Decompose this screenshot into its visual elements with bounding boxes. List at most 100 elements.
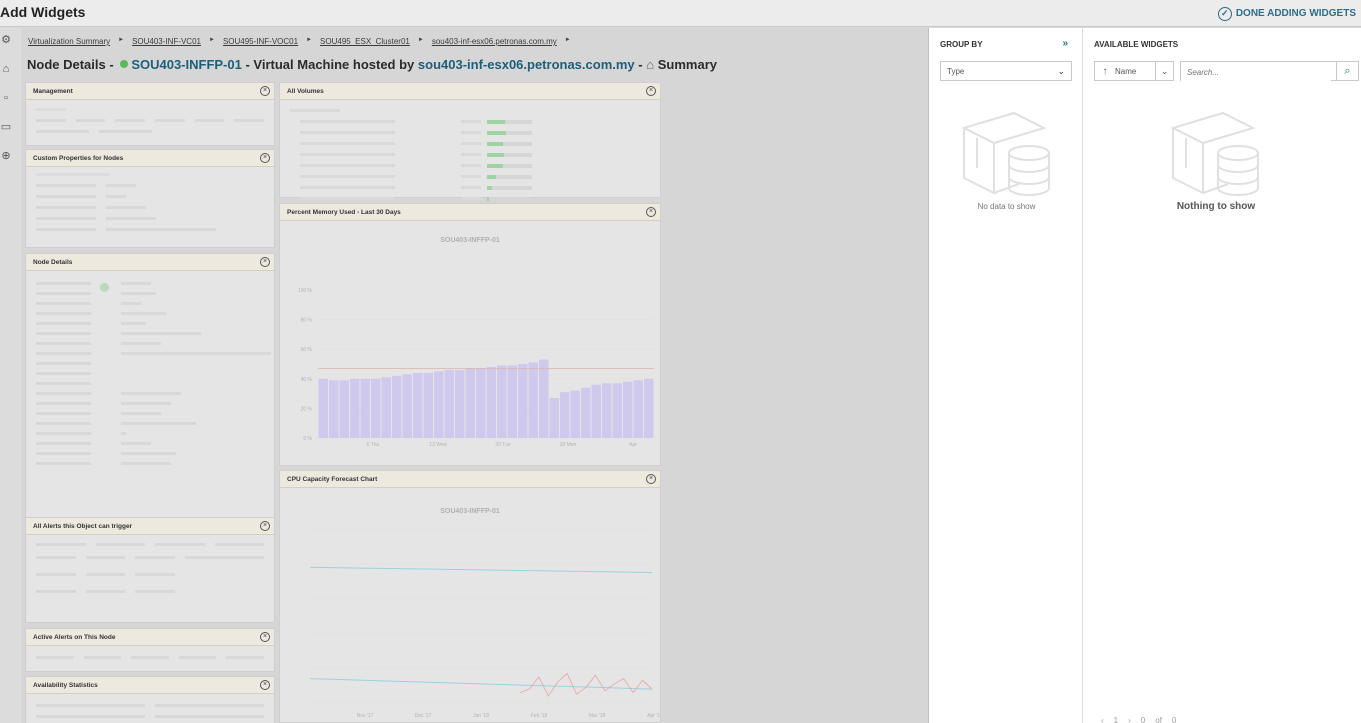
search-input[interactable] (1181, 63, 1331, 82)
widget-title: Custom Properties for Nodes (26, 150, 274, 167)
close-icon[interactable]: × (646, 86, 656, 96)
placeholder-row (26, 295, 274, 305)
bar (413, 372, 423, 438)
breadcrumb-item[interactable]: SOU495_ESX_Cluster01 (320, 37, 410, 46)
volume-row (280, 160, 660, 171)
sort-ascending-icon: ↑ (1102, 65, 1108, 77)
bar (570, 390, 580, 438)
next-page-icon[interactable]: › (1128, 716, 1131, 723)
page-total: 0 (1171, 716, 1177, 723)
done-adding-widgets-button[interactable]: ✓ DONE ADDING WIDGETS (1217, 5, 1356, 22)
placeholder-row (26, 415, 274, 425)
breadcrumb-item[interactable]: sou403-inf-esx06.petronas.com.my (432, 37, 557, 46)
placeholder-row (26, 176, 274, 187)
node-link[interactable]: SOU403-INFFP-01 (131, 57, 242, 72)
chevron-down-icon: ⌄ (1057, 66, 1065, 76)
group-by-value: Type (947, 67, 965, 76)
bar (329, 380, 339, 438)
left-icon-rail: ⚙ ⌂ ▫ ▭ ⊕ (0, 28, 21, 723)
sort-button[interactable]: ↑ Name ⌄ (1094, 61, 1174, 81)
page-number[interactable]: 1 (1114, 716, 1118, 723)
widget-active-alerts: Active Alerts on This Node × (25, 628, 275, 672)
chart-title: SOU403-INFFP-01 (440, 508, 500, 515)
page-heading: Add Widgets (0, 4, 86, 20)
chart-icon[interactable]: ▫ (0, 92, 12, 104)
volume-row (280, 149, 660, 160)
widget-cpu-chart: CPU Capacity Forecast Chart × SOU403-INF… (279, 470, 661, 723)
prev-page-icon[interactable]: ‹ (1101, 716, 1104, 723)
widget-search: ⌕ (1180, 61, 1359, 82)
breadcrumb-arrow-icon: ► (118, 37, 125, 43)
chevron-down-icon[interactable]: ⌄ (1155, 62, 1173, 80)
no-data-message: No data to show (977, 202, 1036, 211)
breadcrumb-item[interactable]: Virtualization Summary (28, 37, 110, 46)
bar (318, 378, 328, 438)
bar (560, 392, 570, 438)
bar (518, 364, 528, 438)
plus-circle-icon[interactable]: ⊕ (0, 150, 12, 162)
placeholder-row (26, 405, 274, 415)
close-icon[interactable]: × (260, 521, 270, 531)
x-tick-label: Mar '18 (589, 713, 606, 719)
close-icon[interactable]: × (260, 86, 270, 96)
group-by-panel: GROUP BY » Type ⌄ No data to show (928, 28, 1083, 723)
placeholder-row (26, 707, 274, 718)
placeholder-row (26, 275, 274, 285)
widget-title: Node Details (26, 254, 274, 271)
bar (434, 371, 444, 438)
widget-title: Management (26, 83, 274, 100)
close-icon[interactable]: × (260, 632, 270, 642)
memory-chart: SOU403-INFFP-01 100 % 80 % 60 % 40 % 20 % 0 % 6… (298, 237, 654, 448)
forecast-line (309, 566, 653, 573)
node-details-rows (26, 271, 274, 465)
title-prefix: Node Details - (27, 57, 114, 72)
x-tick-label: 28 Mon (560, 442, 577, 448)
sort-label: Name (1115, 66, 1137, 76)
close-icon[interactable]: × (260, 257, 270, 267)
bar (444, 369, 454, 438)
widget-title: CPU Capacity Forecast Chart (280, 471, 660, 488)
y-tick-label: 60 % (301, 347, 313, 353)
collapse-icon[interactable]: » (1062, 38, 1068, 49)
home-icon: ⌂ (646, 57, 655, 72)
widget-memory-chart: Percent Memory Used - Last 30 Days × SOU… (279, 203, 661, 466)
widget-title: Percent Memory Used - Last 30 Days (280, 204, 660, 221)
bar (644, 378, 654, 438)
comment-icon[interactable]: ▭ (0, 121, 12, 133)
close-icon[interactable]: × (260, 680, 270, 690)
bar (633, 380, 643, 438)
placeholder-row (26, 646, 274, 659)
breadcrumb-item[interactable]: SOU495-INF-VOC01 (223, 37, 298, 46)
y-tick-label: 0 % (303, 436, 312, 442)
bar (486, 366, 496, 438)
breadcrumb-item[interactable]: SOU403-INF-VC01 (132, 37, 201, 46)
placeholder-row (26, 111, 274, 122)
close-icon[interactable]: × (646, 474, 656, 484)
placeholder-row (26, 285, 274, 295)
placeholder-row (26, 209, 274, 220)
x-tick-label: 20 Tue (495, 442, 511, 448)
gear-icon[interactable]: ⚙ (0, 34, 12, 46)
x-tick-label: 13 Wed (429, 442, 446, 448)
placeholder-row (26, 335, 274, 345)
home-icon[interactable]: ⌂ (0, 63, 12, 75)
group-by-select[interactable]: Type ⌄ (940, 61, 1072, 81)
bar (392, 375, 402, 438)
close-icon[interactable]: × (646, 207, 656, 217)
placeholder-row (26, 425, 274, 435)
empty-database-icon (1170, 111, 1259, 196)
top-bar: Add Widgets ✓ DONE ADDING WIDGETS (0, 0, 1361, 27)
volume-row (280, 171, 660, 182)
host-link[interactable]: sou403-inf-esx06.petronas.com.my (418, 57, 635, 72)
placeholder-row (26, 355, 274, 365)
title-dash: - (638, 57, 643, 72)
bar (360, 378, 370, 438)
placeholder-row (26, 305, 274, 315)
usage-line (519, 672, 653, 697)
close-icon[interactable]: × (260, 153, 270, 163)
placeholder-row (26, 315, 274, 325)
bar (350, 378, 360, 438)
search-icon[interactable]: ⌕ (1336, 62, 1358, 80)
available-widgets-panel: AVAILABLE WIDGETS ↑ Name ⌄ ⌕ Nothing to … (1083, 28, 1361, 723)
x-tick-label: Apr '18 (647, 713, 660, 719)
